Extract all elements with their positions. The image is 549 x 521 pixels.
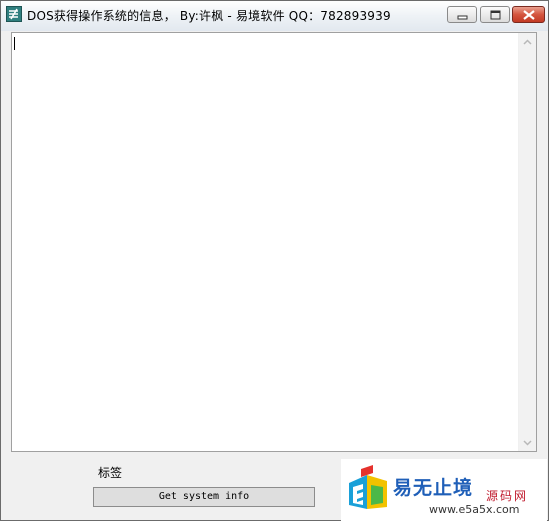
e5a5x-logo — [349, 465, 387, 509]
watermark-subtitle: 源码网 — [486, 489, 529, 503]
main-window: DOS获得操作系统的信息， By:许枫 - 易境软件 QQ：782893939 — [0, 0, 549, 521]
close-button[interactable] — [512, 6, 545, 23]
close-icon — [523, 10, 535, 20]
minimize-button[interactable] — [447, 6, 477, 23]
scroll-up-icon[interactable] — [522, 37, 533, 48]
watermark: 易无止境 源码网 www.e5a5x.com — [341, 459, 547, 521]
scroll-down-icon[interactable] — [522, 437, 533, 448]
maximize-button[interactable] — [480, 6, 510, 23]
minimize-icon — [457, 15, 468, 20]
title-bar[interactable]: DOS获得操作系统的信息， By:许枫 - 易境软件 QQ：782893939 — [1, 1, 548, 31]
app-icon[interactable] — [6, 6, 22, 22]
watermark-url: www.e5a5x.com — [429, 503, 520, 516]
form-label: 标签 — [98, 466, 123, 480]
watermark-brand: 易无止境 — [393, 477, 474, 499]
vertical-scrollbar[interactable] — [518, 33, 536, 451]
text-caret — [14, 37, 15, 50]
output-textarea[interactable] — [11, 32, 537, 452]
get-system-info-button[interactable]: Get system info — [93, 487, 315, 507]
maximize-icon — [490, 10, 501, 20]
window-title: DOS获得操作系统的信息， By:许枫 - 易境软件 QQ：782893939 — [27, 9, 391, 23]
